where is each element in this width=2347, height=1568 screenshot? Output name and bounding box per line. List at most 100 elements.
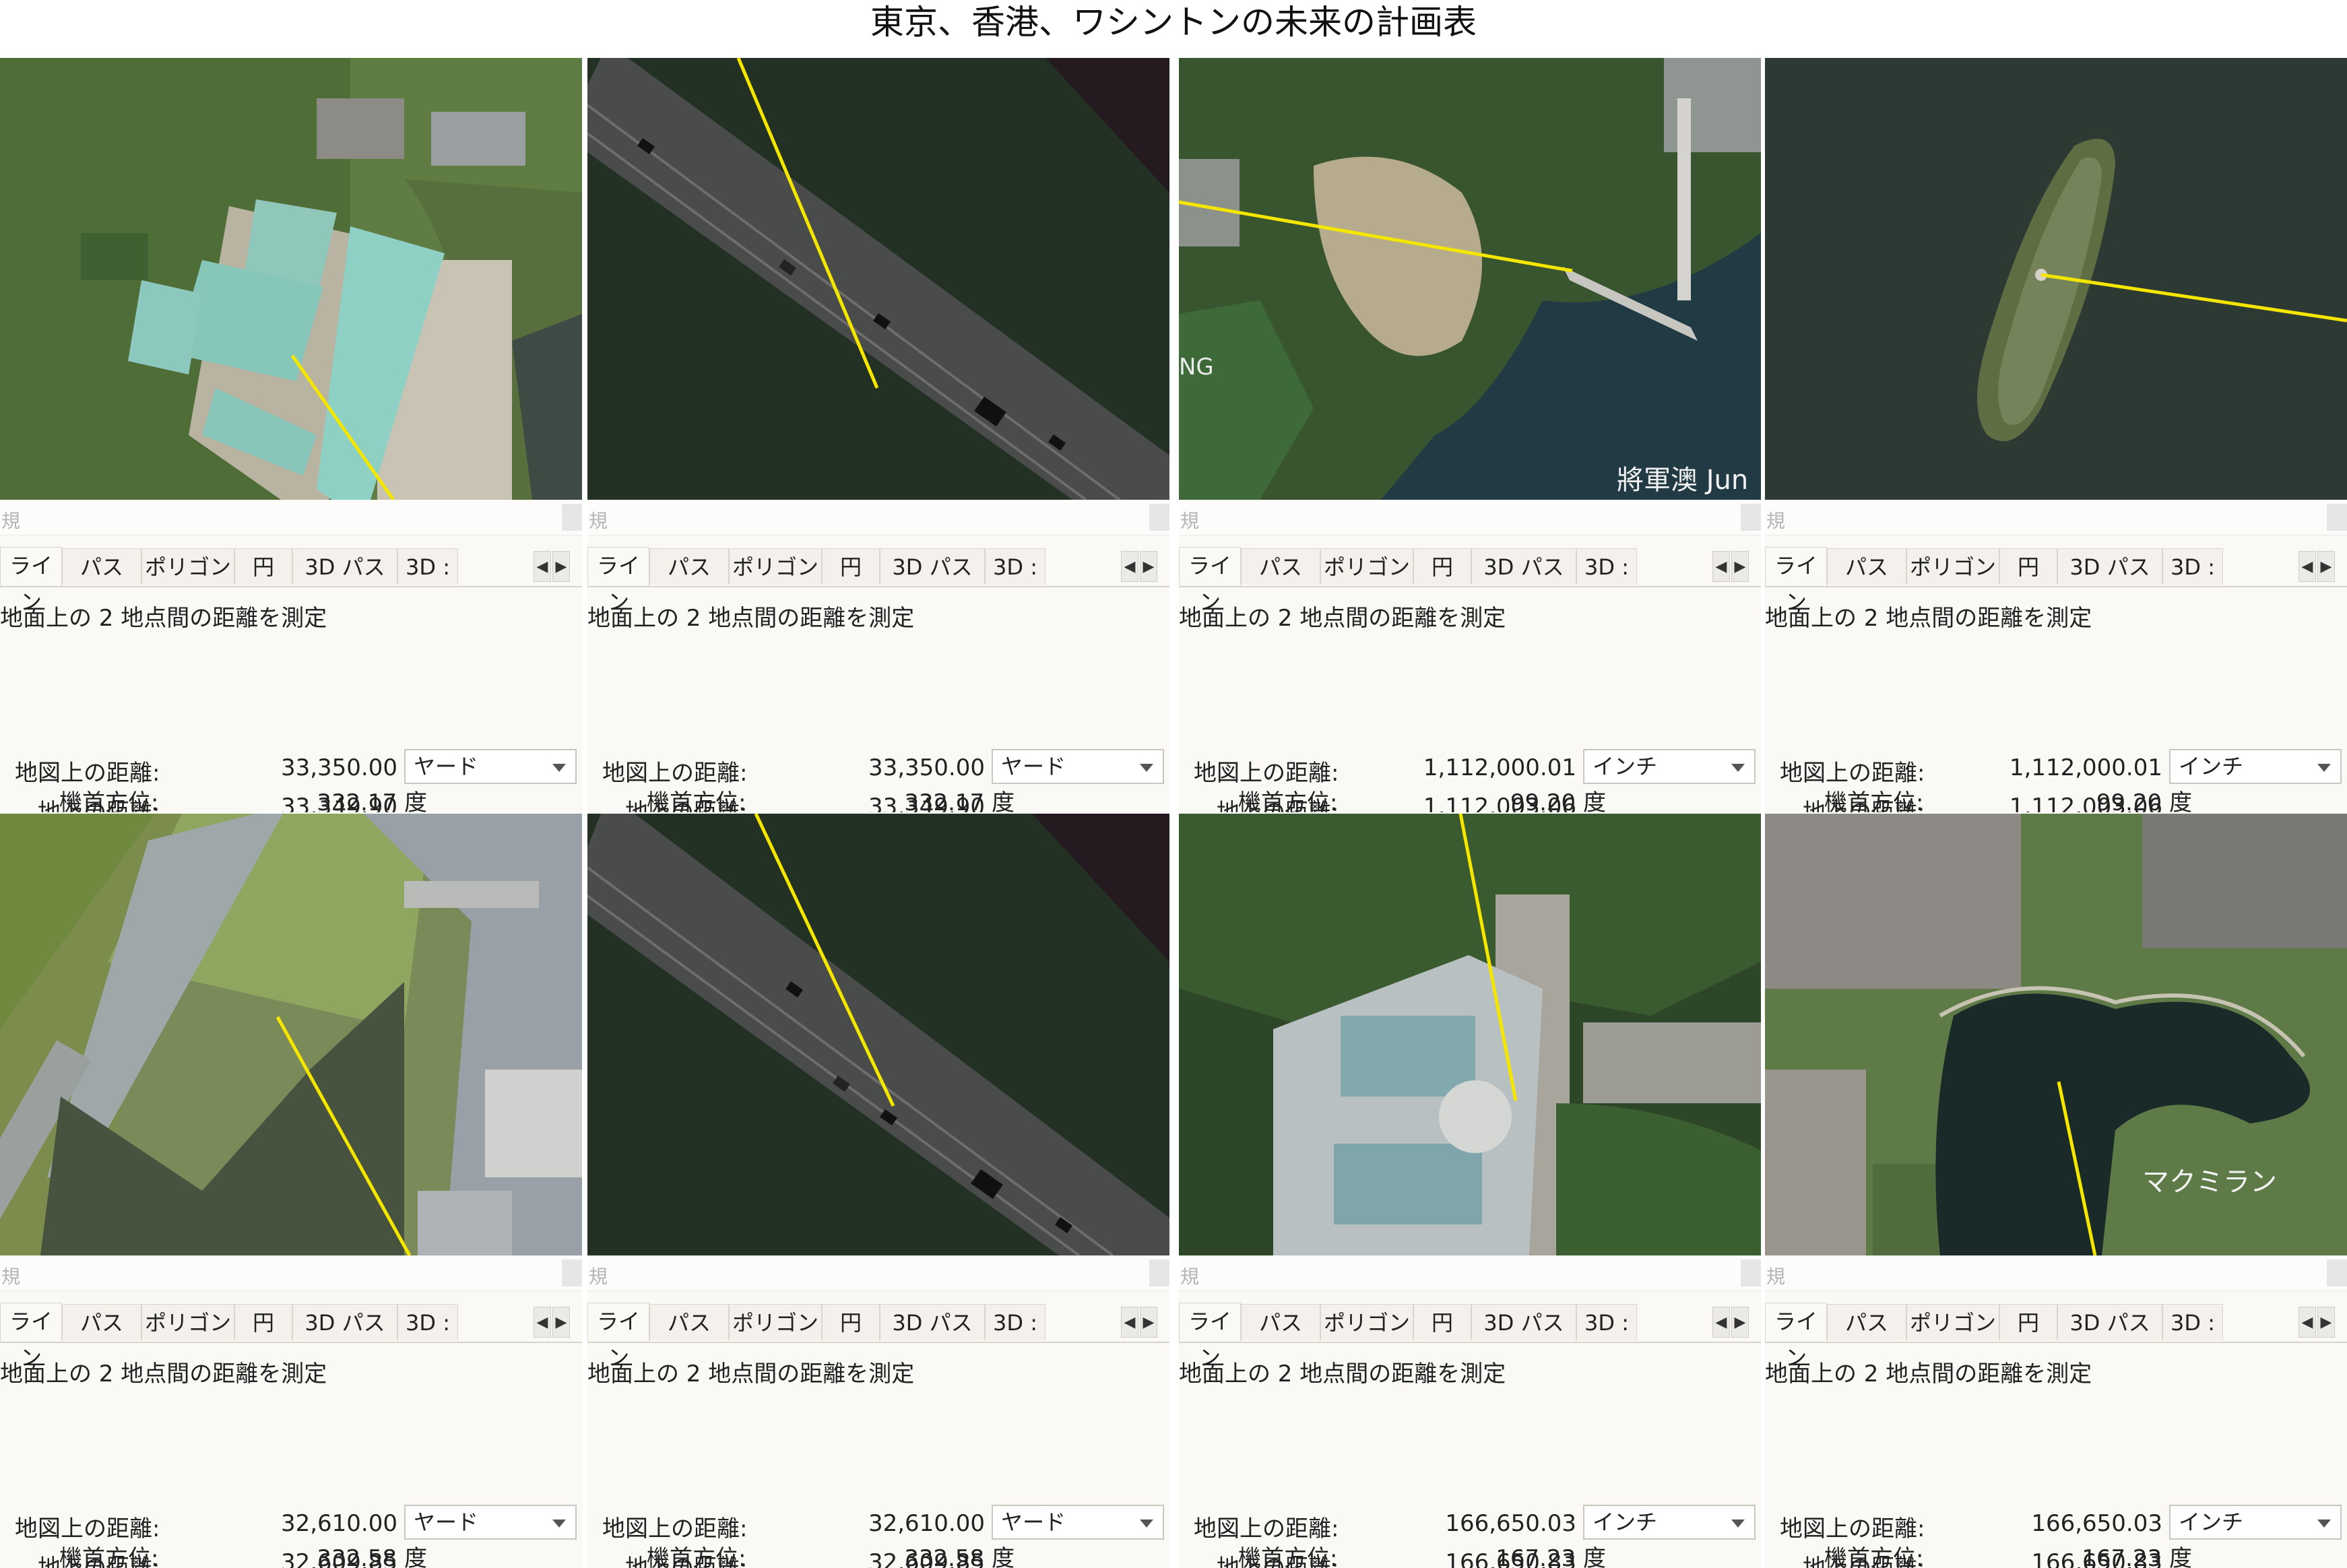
tab-next-icon[interactable]: ▶ <box>552 551 570 582</box>
tab-line[interactable]: ライン <box>1179 1303 1241 1371</box>
tab-circle[interactable]: 円 <box>1413 1304 1471 1340</box>
tab-3d-path[interactable]: 3D パス <box>1471 548 1576 585</box>
tab-line[interactable]: ライン <box>587 1303 649 1371</box>
tab-next-icon[interactable]: ▶ <box>2317 1307 2335 1338</box>
unit-dropdown[interactable]: ヤード <box>404 749 577 784</box>
tab-polygon[interactable]: ポリゴン <box>1320 1304 1413 1340</box>
chevron-down-icon <box>1731 1520 1745 1528</box>
tab-3d-path[interactable]: 3D パス <box>880 1304 985 1340</box>
satellite-map[interactable] <box>0 58 582 500</box>
tab-3d-path[interactable]: 3D パス <box>2057 548 2162 585</box>
tab-path[interactable]: パス <box>1827 1304 1906 1340</box>
tab-circle[interactable]: 円 <box>234 1304 292 1340</box>
unit-dropdown[interactable]: インチ <box>2169 1505 2342 1540</box>
tab-3d-more[interactable]: 3D : <box>397 1304 458 1340</box>
tab-line[interactable]: ライン <box>587 547 649 615</box>
tab-3d-path[interactable]: 3D パス <box>1471 1304 1576 1340</box>
tab-circle[interactable]: 円 <box>234 548 292 585</box>
ruler-dialog: 規ライン パス ポリゴン円 3D パス 3D : ◀ ▶ 地面上の 2 地点間の距離を測定 地図… <box>0 1255 582 1568</box>
unit-dropdown[interactable]: インチ <box>2169 749 2342 784</box>
tab-3d-more[interactable]: 3D : <box>985 548 1046 585</box>
unit-dropdown[interactable]: ヤード <box>992 749 1164 784</box>
satellite-map[interactable] <box>1179 814 1761 1255</box>
tab-prev-icon[interactable]: ◀ <box>1712 1307 1730 1338</box>
tab-path[interactable]: パス <box>1827 548 1906 585</box>
tab-3d-more[interactable]: 3D : <box>397 548 458 585</box>
tab-circle[interactable]: 円 <box>1413 548 1471 585</box>
tool-tabs: ライン パス ポリゴン円 3D パス 3D : ◀ ▶ <box>0 1301 582 1371</box>
tab-line[interactable]: ライン <box>0 547 62 615</box>
tab-next-icon[interactable]: ▶ <box>2317 551 2335 582</box>
tab-3d-more[interactable]: 3D : <box>2162 548 2223 585</box>
hint-bar: 規 <box>0 500 582 535</box>
tab-circle[interactable]: 円 <box>1999 548 2057 585</box>
satellite-map[interactable]: マクミラン <box>1765 814 2347 1255</box>
tab-polygon[interactable]: ポリゴン <box>729 1304 822 1340</box>
scrollbar[interactable] <box>2327 1260 2347 1286</box>
scrollbar[interactable] <box>1149 1260 1169 1286</box>
unit-dropdown[interactable]: インチ <box>1583 1505 1756 1540</box>
scrollbar[interactable] <box>1741 1260 1761 1286</box>
tab-polygon[interactable]: ポリゴン <box>1906 548 1999 585</box>
heading-label: 機首方位: <box>647 1545 746 1568</box>
tab-polygon[interactable]: ポリゴン <box>729 548 822 585</box>
tab-path[interactable]: パス <box>1241 1304 1320 1340</box>
tab-path[interactable]: パス <box>62 548 141 585</box>
scrollbar[interactable] <box>1741 504 1761 531</box>
tab-polygon[interactable]: ポリゴン <box>1320 548 1413 585</box>
tab-3d-path[interactable]: 3D パス <box>292 1304 397 1340</box>
tab-next-icon[interactable]: ▶ <box>1140 1307 1157 1338</box>
tool-tabs: ライン パス ポリゴン円 3D パス 3D : ◀ ▶ <box>1765 1301 2347 1371</box>
tab-prev-icon[interactable]: ◀ <box>534 551 551 582</box>
tab-next-icon[interactable]: ▶ <box>552 1307 570 1338</box>
tab-prev-icon[interactable]: ◀ <box>2298 1307 2316 1338</box>
scrollbar[interactable] <box>562 504 582 531</box>
tab-prev-icon[interactable]: ◀ <box>2298 551 2316 582</box>
tab-line[interactable]: ライン <box>1765 547 1827 615</box>
tab-line[interactable]: ライン <box>1765 1303 1827 1371</box>
tab-path[interactable]: パス <box>649 1304 729 1340</box>
tab-next-icon[interactable]: ▶ <box>1731 1307 1749 1338</box>
tab-circle[interactable]: 円 <box>822 1304 880 1340</box>
map-length-value: 33,350.00 <box>868 754 985 781</box>
scrollbar[interactable] <box>1149 504 1169 531</box>
tab-prev-icon[interactable]: ◀ <box>1121 1307 1138 1338</box>
heading-value: 167.23 度 <box>2082 1545 2192 1568</box>
tab-next-icon[interactable]: ▶ <box>1731 551 1749 582</box>
unit-dropdown[interactable]: ヤード <box>404 1505 577 1540</box>
satellite-map[interactable] <box>0 814 582 1255</box>
unit-dropdown[interactable]: インチ <box>1583 749 1756 784</box>
tab-3d-path[interactable]: 3D パス <box>880 548 985 585</box>
tab-line[interactable]: ライン <box>0 1303 62 1371</box>
scrollbar[interactable] <box>562 1260 582 1286</box>
tab-next-icon[interactable]: ▶ <box>1140 551 1157 582</box>
scrollbar[interactable] <box>2327 504 2347 531</box>
tab-polygon[interactable]: ポリゴン <box>141 548 234 585</box>
tab-path[interactable]: パス <box>1241 548 1320 585</box>
tool-tabs: ライン パス ポリゴン円 3D パス 3D : ◀ ▶ <box>1765 546 2347 615</box>
satellite-map[interactable] <box>587 814 1169 1255</box>
tab-prev-icon[interactable]: ◀ <box>1121 551 1138 582</box>
tab-path[interactable]: パス <box>62 1304 141 1340</box>
hint-text: 規 <box>1766 510 1786 532</box>
tab-3d-path[interactable]: 3D パス <box>2057 1304 2162 1340</box>
tab-3d-path[interactable]: 3D パス <box>292 548 397 585</box>
satellite-map[interactable] <box>1765 58 2347 500</box>
tab-circle[interactable]: 円 <box>1999 1304 2057 1340</box>
tab-prev-icon[interactable]: ◀ <box>1712 551 1730 582</box>
tab-3d-more[interactable]: 3D : <box>1576 548 1637 585</box>
tab-path[interactable]: パス <box>649 548 729 585</box>
tab-line[interactable]: ライン <box>1179 547 1241 615</box>
satellite-map[interactable]: 將軍澳 Jun NG <box>1179 58 1761 500</box>
unit-dropdown[interactable]: ヤード <box>992 1505 1164 1540</box>
tab-3d-more[interactable]: 3D : <box>985 1304 1046 1340</box>
map-length-label: 地図上の距離: <box>1194 1515 1339 1542</box>
heading-label: 機首方位: <box>1238 789 1338 812</box>
tab-polygon[interactable]: ポリゴン <box>141 1304 234 1340</box>
tab-3d-more[interactable]: 3D : <box>1576 1304 1637 1340</box>
tab-prev-icon[interactable]: ◀ <box>534 1307 551 1338</box>
tab-circle[interactable]: 円 <box>822 548 880 585</box>
tab-3d-more[interactable]: 3D : <box>2162 1304 2223 1340</box>
satellite-map[interactable] <box>587 58 1169 500</box>
tab-polygon[interactable]: ポリゴン <box>1906 1304 1999 1340</box>
